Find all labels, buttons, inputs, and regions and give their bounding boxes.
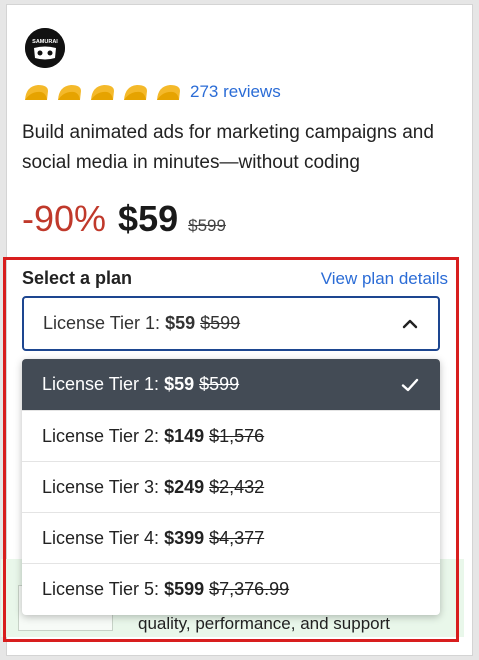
original-price: $599 [188,216,226,235]
reviews-link[interactable]: 273 reviews [190,82,281,102]
plan-option-price: $59 [164,374,195,394]
selected-plan-price: $59 [165,313,196,333]
product-description: Build animated ads for marketing campaig… [22,122,434,173]
plan-option[interactable]: License Tier 5: $599 $7,376.99 [22,564,440,615]
selected-plan-name: License Tier 1: [43,313,161,333]
plan-option-price: $399 [164,527,205,548]
select-plan-label: Select a plan [22,268,133,288]
plan-option-original-price: $2,432 [209,476,265,497]
plan-dropdown: License Tier 1: $59 $599 License Tier 2:… [22,359,440,615]
plan-option-name: License Tier 1: [42,374,160,394]
svg-text:SAMURAI: SAMURAI [32,39,58,45]
plan-option[interactable]: License Tier 1: $59 $599 [22,359,440,411]
plan-option[interactable]: License Tier 3: $249 $2,432 [22,462,440,513]
price-row: -90% $59 $599 [22,198,226,244]
checkmark-icon [401,378,419,392]
view-plan-details-link[interactable]: View plan details [321,269,448,289]
taco-rating-icon [91,85,114,100]
plan-option[interactable]: License Tier 4: $399 $4,377 [22,513,440,564]
taco-rating-icon [58,85,81,100]
taco-rating-icon [25,85,48,100]
plan-option[interactable]: License Tier 2: $149 $1,576 [22,411,440,462]
plan-option-original-price: $7,376.99 [209,579,290,599]
current-price: $59 [118,198,179,239]
rating-row: 273 reviews [23,80,281,104]
plan-option-price: $249 [164,476,205,497]
plan-option-name: License Tier 5: [42,579,160,599]
taco-rating-icon [124,85,147,100]
plan-option-name: License Tier 2: [42,425,160,446]
plan-option-original-price: $4,377 [209,527,265,548]
plan-option-original-price: $1,576 [209,425,265,446]
plan-option-name: License Tier 3: [42,476,160,497]
plan-option-price: $149 [164,425,205,446]
plan-option-price: $599 [164,579,205,599]
plan-option-original-price: $599 [199,374,240,394]
selected-plan-original-price: $599 [200,313,241,333]
taco-rating-icon [157,85,180,100]
plan-select[interactable]: License Tier 1: $59 $599 [22,296,440,351]
chevron-up-icon[interactable] [400,314,420,334]
discount-badge: -90% [22,198,107,239]
plan-option-name: License Tier 4: [42,527,160,548]
product-logo: SAMURAI [25,28,65,68]
